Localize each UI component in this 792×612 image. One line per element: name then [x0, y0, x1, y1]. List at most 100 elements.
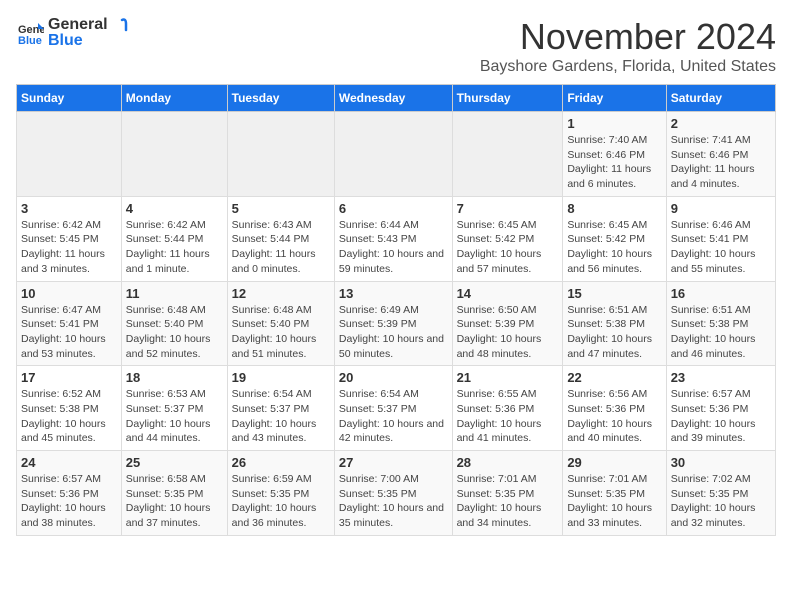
calendar-cell: 17Sunrise: 6:52 AM Sunset: 5:38 PM Dayli…: [17, 366, 122, 451]
day-number: 3: [21, 201, 117, 216]
month-title: November 2024: [480, 16, 776, 58]
weekday-header-thursday: Thursday: [452, 85, 563, 112]
day-info: Sunrise: 6:43 AM Sunset: 5:44 PM Dayligh…: [232, 218, 330, 277]
calendar-cell: [121, 112, 227, 197]
day-number: 29: [567, 455, 661, 470]
day-info: Sunrise: 6:45 AM Sunset: 5:42 PM Dayligh…: [567, 218, 661, 277]
calendar-week-row: 10 Sunrise: 6:47 AM Sunset: 5:41 PM Dayli…: [17, 281, 776, 366]
calendar-cell: 29Sunrise: 7:01 AM Sunset: 5:35 PM Dayli…: [563, 451, 666, 536]
day-number: 20: [339, 370, 448, 385]
calendar-cell: 14Sunrise: 6:50 AM Sunset: 5:39 PM Dayli…: [452, 281, 563, 366]
calendar-cell: [17, 112, 122, 197]
day-info: Sunrise: 6:55 AM Sunset: 5:36 PM Dayligh…: [457, 387, 559, 446]
day-number: 2: [671, 116, 771, 131]
logo: General Blue General Blue: [16, 16, 128, 50]
day-number: 27: [339, 455, 448, 470]
calendar-cell: 30 Sunrise: 7:02 AM Sunset: 5:35 PM Dayli…: [666, 451, 775, 536]
day-info: Sunrise: 7:00 AM Sunset: 5:35 PM Dayligh…: [339, 472, 448, 531]
calendar-cell: 2Sunrise: 7:41 AM Sunset: 6:46 PM Daylig…: [666, 112, 775, 197]
day-number: 11: [126, 286, 223, 301]
day-info: Sunrise: 7:02 AM Sunset: 5:35 PM Dayligh…: [671, 472, 771, 531]
title-area: November 2024 Bayshore Gardens, Florida,…: [480, 16, 776, 76]
calendar-cell: [334, 112, 452, 197]
calendar-cell: 22Sunrise: 6:56 AM Sunset: 5:36 PM Dayli…: [563, 366, 666, 451]
calendar-week-row: 3 Sunrise: 6:42 AM Sunset: 5:45 PM Daylig…: [17, 196, 776, 281]
day-number: 5: [232, 201, 330, 216]
day-number: 23: [671, 370, 771, 385]
day-info: Sunrise: 6:51 AM Sunset: 5:38 PM Dayligh…: [671, 303, 771, 362]
day-info: Sunrise: 6:54 AM Sunset: 5:37 PM Dayligh…: [339, 387, 448, 446]
calendar-week-row: 17Sunrise: 6:52 AM Sunset: 5:38 PM Dayli…: [17, 366, 776, 451]
day-info: Sunrise: 6:59 AM Sunset: 5:35 PM Dayligh…: [232, 472, 330, 531]
calendar-cell: 19Sunrise: 6:54 AM Sunset: 5:37 PM Dayli…: [227, 366, 334, 451]
calendar-cell: [227, 112, 334, 197]
weekday-header-friday: Friday: [563, 85, 666, 112]
day-number: 30: [671, 455, 771, 470]
day-number: 28: [457, 455, 559, 470]
day-info: Sunrise: 6:57 AM Sunset: 5:36 PM Dayligh…: [21, 472, 117, 531]
day-number: 7: [457, 201, 559, 216]
calendar-cell: 27 Sunrise: 7:00 AM Sunset: 5:35 PM Dayli…: [334, 451, 452, 536]
calendar-cell: 9Sunrise: 6:46 AM Sunset: 5:41 PM Daylig…: [666, 196, 775, 281]
weekday-header-saturday: Saturday: [666, 85, 775, 112]
calendar-cell: 4 Sunrise: 6:42 AM Sunset: 5:44 PM Daylig…: [121, 196, 227, 281]
calendar-cell: 23 Sunrise: 6:57 AM Sunset: 5:36 PM Dayli…: [666, 366, 775, 451]
svg-text:Blue: Blue: [18, 35, 42, 47]
calendar-cell: 15 Sunrise: 6:51 AM Sunset: 5:38 PM Dayli…: [563, 281, 666, 366]
day-info: Sunrise: 6:51 AM Sunset: 5:38 PM Dayligh…: [567, 303, 661, 362]
header: General Blue General Blue November 2024 …: [16, 16, 776, 76]
calendar-body: 1 Sunrise: 7:40 AM Sunset: 6:46 PM Daylig…: [17, 112, 776, 536]
day-info: Sunrise: 6:47 AM Sunset: 5:41 PM Dayligh…: [21, 303, 117, 362]
day-info: Sunrise: 6:45 AM Sunset: 5:42 PM Dayligh…: [457, 218, 559, 277]
calendar-header: SundayMondayTuesdayWednesdayThursdayFrid…: [17, 85, 776, 112]
location-title: Bayshore Gardens, Florida, United States: [480, 58, 776, 76]
day-info: Sunrise: 6:42 AM Sunset: 5:44 PM Dayligh…: [126, 218, 223, 277]
day-info: Sunrise: 6:44 AM Sunset: 5:43 PM Dayligh…: [339, 218, 448, 277]
day-info: Sunrise: 7:40 AM Sunset: 6:46 PM Dayligh…: [567, 133, 661, 192]
day-info: Sunrise: 7:01 AM Sunset: 5:35 PM Dayligh…: [457, 472, 559, 531]
calendar-cell: 18Sunrise: 6:53 AM Sunset: 5:37 PM Dayli…: [121, 366, 227, 451]
calendar-cell: 3 Sunrise: 6:42 AM Sunset: 5:45 PM Daylig…: [17, 196, 122, 281]
day-info: Sunrise: 6:48 AM Sunset: 5:40 PM Dayligh…: [232, 303, 330, 362]
calendar-cell: 26 Sunrise: 6:59 AM Sunset: 5:35 PM Dayli…: [227, 451, 334, 536]
day-number: 15: [567, 286, 661, 301]
day-info: Sunrise: 6:56 AM Sunset: 5:36 PM Dayligh…: [567, 387, 661, 446]
logo-icon: General Blue: [16, 19, 44, 47]
weekday-header-wednesday: Wednesday: [334, 85, 452, 112]
day-info: Sunrise: 6:54 AM Sunset: 5:37 PM Dayligh…: [232, 387, 330, 446]
weekday-header-monday: Monday: [121, 85, 227, 112]
day-number: 16: [671, 286, 771, 301]
calendar-week-row: 1 Sunrise: 7:40 AM Sunset: 6:46 PM Daylig…: [17, 112, 776, 197]
day-info: Sunrise: 6:58 AM Sunset: 5:35 PM Dayligh…: [126, 472, 223, 531]
day-number: 10: [21, 286, 117, 301]
calendar-cell: 21Sunrise: 6:55 AM Sunset: 5:36 PM Dayli…: [452, 366, 563, 451]
calendar-cell: 24Sunrise: 6:57 AM Sunset: 5:36 PM Dayli…: [17, 451, 122, 536]
day-number: 6: [339, 201, 448, 216]
day-info: Sunrise: 6:42 AM Sunset: 5:45 PM Dayligh…: [21, 218, 117, 277]
weekday-header-tuesday: Tuesday: [227, 85, 334, 112]
calendar-cell: 1 Sunrise: 7:40 AM Sunset: 6:46 PM Daylig…: [563, 112, 666, 197]
calendar-cell: 25 Sunrise: 6:58 AM Sunset: 5:35 PM Dayli…: [121, 451, 227, 536]
day-number: 13: [339, 286, 448, 301]
calendar-table: SundayMondayTuesdayWednesdayThursdayFrid…: [16, 84, 776, 536]
day-number: 4: [126, 201, 223, 216]
calendar-cell: 5 Sunrise: 6:43 AM Sunset: 5:44 PM Daylig…: [227, 196, 334, 281]
day-number: 17: [21, 370, 117, 385]
day-info: Sunrise: 6:57 AM Sunset: 5:36 PM Dayligh…: [671, 387, 771, 446]
day-number: 26: [232, 455, 330, 470]
calendar-cell: 10 Sunrise: 6:47 AM Sunset: 5:41 PM Dayli…: [17, 281, 122, 366]
calendar-cell: 20 Sunrise: 6:54 AM Sunset: 5:37 PM Dayli…: [334, 366, 452, 451]
day-info: Sunrise: 6:48 AM Sunset: 5:40 PM Dayligh…: [126, 303, 223, 362]
calendar-cell: 11 Sunrise: 6:48 AM Sunset: 5:40 PM Dayli…: [121, 281, 227, 366]
day-number: 18: [126, 370, 223, 385]
calendar-cell: 16 Sunrise: 6:51 AM Sunset: 5:38 PM Dayli…: [666, 281, 775, 366]
logo-wave-icon: [108, 16, 128, 36]
calendar-cell: 8Sunrise: 6:45 AM Sunset: 5:42 PM Daylig…: [563, 196, 666, 281]
calendar-cell: 28 Sunrise: 7:01 AM Sunset: 5:35 PM Dayli…: [452, 451, 563, 536]
calendar-cell: 13Sunrise: 6:49 AM Sunset: 5:39 PM Dayli…: [334, 281, 452, 366]
calendar-cell: 6 Sunrise: 6:44 AM Sunset: 5:43 PM Daylig…: [334, 196, 452, 281]
day-number: 12: [232, 286, 330, 301]
day-number: 1: [567, 116, 661, 131]
day-number: 25: [126, 455, 223, 470]
day-info: Sunrise: 6:50 AM Sunset: 5:39 PM Dayligh…: [457, 303, 559, 362]
